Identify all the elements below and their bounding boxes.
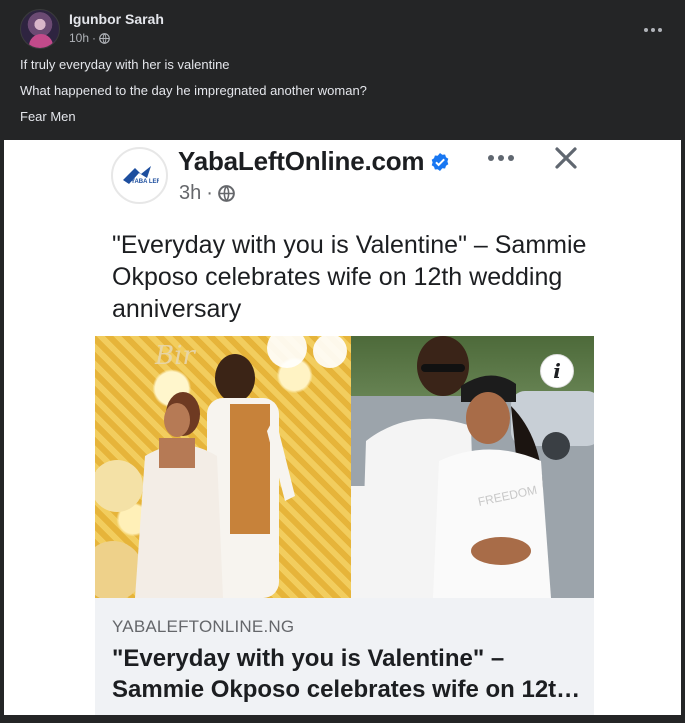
more-options-icon[interactable] — [641, 22, 665, 38]
post-meta: 10h · — [69, 31, 110, 45]
post-time[interactable]: 10h — [69, 31, 89, 45]
shared-close-icon — [555, 147, 577, 169]
post-line-2: What happened to the day he impregnated … — [20, 83, 367, 98]
avatar[interactable] — [20, 9, 60, 49]
link-preview: YABALEFTONLINE.NG "Everyday with you is … — [95, 598, 594, 715]
post-line-3: Fear Men — [20, 109, 76, 124]
yabaleft-logo-icon: YABA LEFT — [123, 166, 159, 185]
page-logo: YABA LEFT — [111, 147, 168, 204]
post-text: If truly everyday with her is valentine … — [20, 56, 660, 134]
shared-post-time: 3h — [179, 182, 202, 204]
shared-screenshot-image[interactable]: YABA LEFT YabaLeftOnline.com 3h · "Every… — [4, 140, 681, 715]
info-icon: i — [540, 354, 574, 388]
link-title-line-1: "Everyday with you is Valentine" – — [112, 645, 505, 672]
globe-icon — [99, 32, 110, 44]
svg-text:YABA LEFT: YABA LEFT — [131, 179, 159, 185]
verified-badge-icon — [432, 152, 449, 171]
shared-post-meta: 3h · — [179, 182, 235, 205]
post-line-1: If truly everyday with her is valentine — [20, 57, 230, 72]
couple-illustration-left: Bir — [95, 336, 347, 598]
meta-separator: · — [92, 31, 97, 45]
shared-more-options-icon — [488, 155, 514, 161]
author-name[interactable]: Igunbor Sarah — [69, 11, 164, 27]
post-header: Igunbor Sarah 10h · — [20, 9, 665, 49]
shared-globe-icon — [218, 185, 235, 202]
link-title-line-2: Sammie Okposo celebrates wife on 12t… — [112, 676, 581, 703]
couple-photo-left: Bir — [95, 336, 351, 598]
photo-left-banner-text: Bir — [154, 341, 196, 371]
shared-page-name: YabaLeftOnline.com — [178, 146, 450, 177]
shared-meta-separator: · — [206, 182, 213, 204]
shared-headline: "Everyday with you is Valentine" – Sammi… — [112, 231, 587, 323]
link-title: "Everyday with you is Valentine" – Sammi… — [112, 643, 587, 705]
shared-page-name-text: YabaLeftOnline.com — [178, 146, 425, 176]
link-domain: YABALEFTONLINE.NG — [112, 617, 295, 636]
